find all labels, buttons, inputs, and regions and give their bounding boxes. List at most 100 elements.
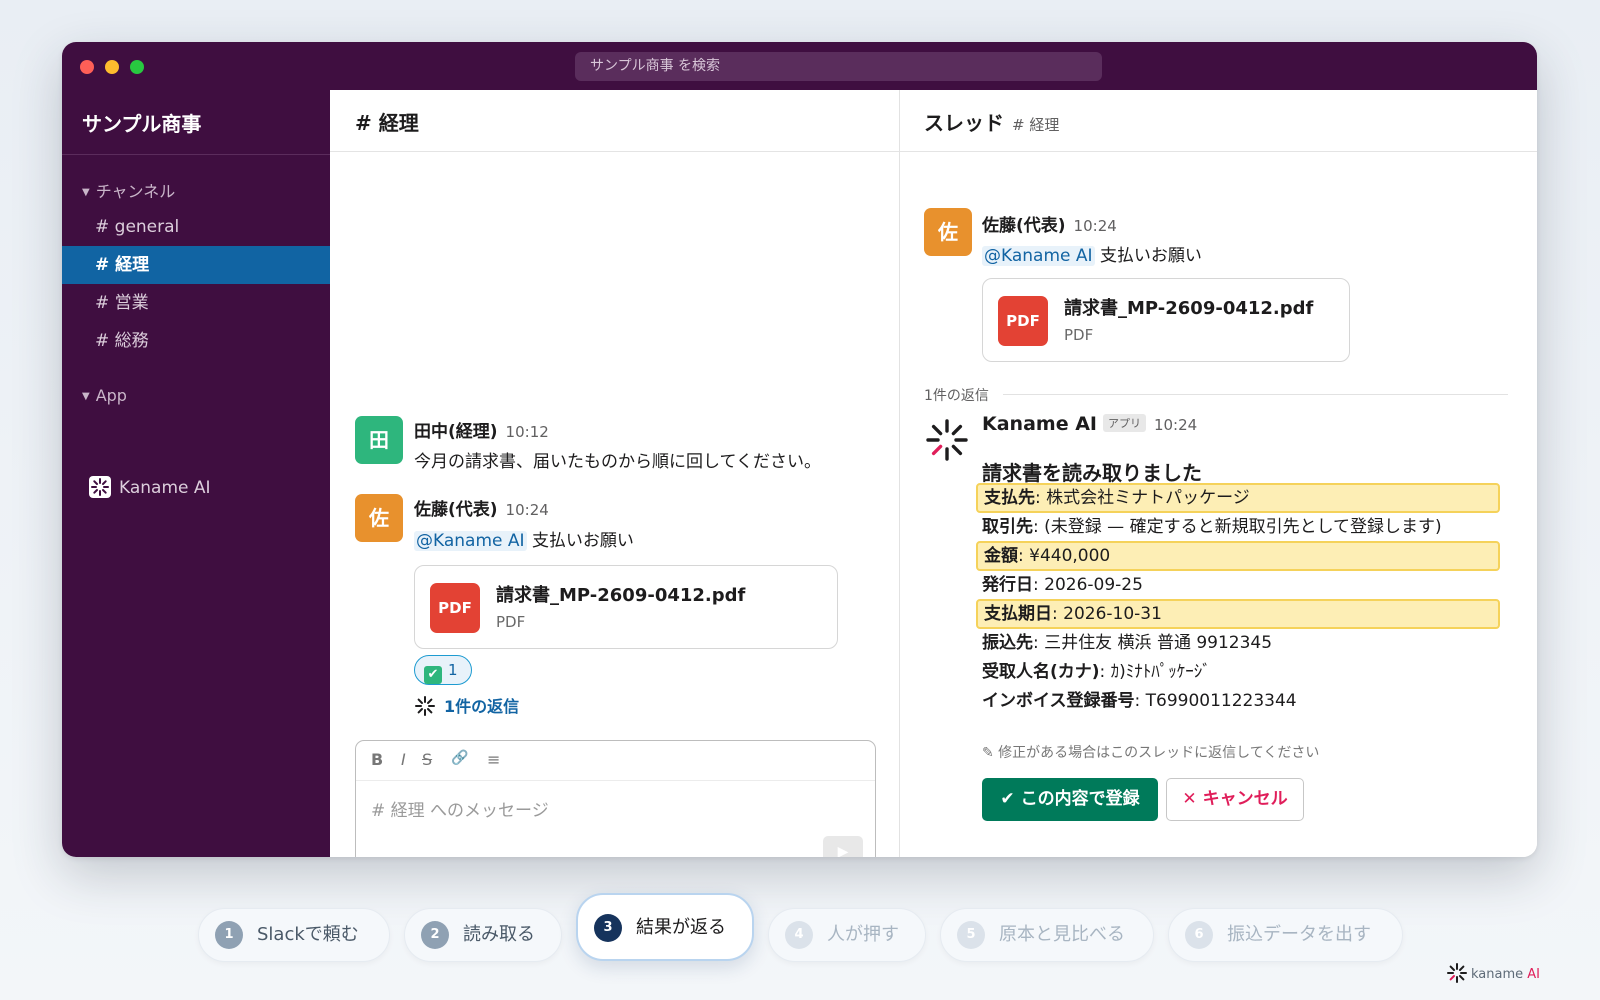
field-value: : (未登録 — 確定すると新規取引先として登録します) (1033, 517, 1442, 537)
caret-down-icon: ▼ (82, 391, 90, 402)
sidebar-item-kaname-ai[interactable]: Kaname AI (89, 475, 211, 501)
correction-note: ✎ 修正がある場合はこのスレッドに返信してください (982, 745, 1320, 761)
thread-replies-link[interactable]: 1件の返信 (414, 693, 519, 717)
field-value: : 株式会社ミナトパッケージ (1035, 488, 1250, 508)
channels-section-header[interactable]: ▼ チャンネル (82, 178, 175, 202)
reaction-button[interactable]: ✔ 1 (414, 655, 472, 685)
avatar[interactable]: 田 (355, 416, 403, 464)
field-vendor: 取引先: (未登録 — 確定すると新規取引先として登録します) (976, 512, 1500, 542)
step-1[interactable]: 1 Slackで頼む (198, 908, 390, 962)
field-issue-date: 発行日: 2026-09-25 (976, 570, 1500, 600)
title-bar: サンプル商事 を検索 (62, 42, 1537, 90)
minimize-window-button[interactable] (105, 60, 119, 74)
brand-suffix: AI (1527, 967, 1541, 982)
step-3[interactable]: 3 結果が返る (576, 893, 754, 961)
channel-title[interactable]: # 経理 (355, 107, 419, 136)
formatting-toolbar: B I S 🔗 ≡ (356, 741, 875, 781)
step-5[interactable]: 5 原本と見比べる (940, 908, 1154, 962)
message-body: 支払いお願い (531, 531, 634, 551)
message-time[interactable]: 10:24 (1074, 217, 1117, 235)
bot-message-title: 請求書を読み取りました (982, 461, 1202, 485)
reaction-count: 1 (448, 661, 458, 679)
mention-link[interactable]: @Kaname AI (982, 246, 1095, 266)
workspace-name[interactable]: サンプル商事 (82, 108, 201, 137)
sidebar-divider (62, 154, 330, 155)
field-label: 発行日 (982, 575, 1033, 595)
channel-pane: # 経理 田 田中(経理) 10:12 今月の請求書、届いたものから順に回してくだ… (330, 90, 900, 857)
file-attachment[interactable]: PDF 請求書_MP-2609-0412.pdf PDF (414, 565, 838, 649)
bot-author[interactable]: Kaname AI アプリ 10:24 (982, 413, 1197, 435)
step-number: 1 (215, 921, 243, 949)
step-label: Slackで頼む (257, 924, 359, 945)
field-payee-kana: 受取人名(カナ): ｶ)ﾐﾅﾄﾊﾟｯｹｰｼﾞ (976, 657, 1500, 687)
message-time[interactable]: 10:12 (506, 423, 549, 441)
sidebar-item-keiri[interactable]: # 経理 (62, 246, 330, 284)
file-name: 請求書_MP-2609-0412.pdf (496, 585, 746, 606)
step-6[interactable]: 6 振込データを出す (1168, 908, 1403, 962)
step-number: 2 (421, 921, 449, 949)
italic-button[interactable]: I (401, 750, 406, 769)
step-number: 5 (957, 921, 985, 949)
confirm-register-button[interactable]: ✔ この内容で登録 (982, 778, 1158, 821)
reply-count-label: 1件の返信 (444, 697, 520, 716)
author-name: 佐藤(代表) (982, 216, 1066, 236)
link-icon[interactable]: 🔗 (451, 750, 468, 766)
mention-link[interactable]: @Kaname AI (414, 531, 527, 551)
message-author[interactable]: 田中(経理) 10:12 (414, 417, 549, 442)
channel-header: # 経理 (330, 90, 899, 152)
field-label: 金額 (984, 546, 1018, 566)
apps-section-header[interactable]: ▼ App (82, 386, 127, 405)
replies-divider (1003, 394, 1508, 395)
file-name: 請求書_MP-2609-0412.pdf (1064, 298, 1314, 319)
thread-title: スレッド # 経理 (924, 107, 1059, 136)
field-label: インボイス登録番号 (982, 691, 1135, 711)
channels-header-label: チャンネル (95, 182, 176, 201)
step-label: 原本と見比べる (999, 924, 1125, 945)
author-name: 佐藤(代表) (414, 500, 498, 520)
kaname-ai-avatar-icon[interactable] (924, 417, 970, 463)
close-window-button[interactable] (80, 60, 94, 74)
kaname-ai-avatar-icon (415, 696, 435, 716)
field-label: 支払期日 (984, 604, 1052, 624)
step-4[interactable]: 4 人が押す (768, 908, 926, 962)
message-text: @Kaname AI 支払いお願い (982, 241, 1202, 266)
thread-header: スレッド # 経理 (900, 90, 1537, 152)
maximize-window-button[interactable] (130, 60, 144, 74)
sidebar-item-eigyo[interactable]: # 営業 (62, 284, 330, 322)
message-time[interactable]: 10:24 (1154, 416, 1197, 434)
sidebar-item-somu[interactable]: # 総務 (62, 322, 330, 360)
strikethrough-button[interactable]: S (422, 750, 432, 769)
step-label: 振込データを出す (1227, 924, 1371, 945)
message-text: @Kaname AI 支払いお願い (414, 526, 634, 551)
field-value: : ¥440,000 (1018, 546, 1111, 566)
apps-header-label: App (95, 386, 127, 405)
message-time[interactable]: 10:24 (506, 501, 549, 519)
message-author[interactable]: 佐藤(代表) 10:24 (414, 495, 549, 520)
field-value: : 2026-09-25 (1033, 575, 1143, 595)
kaname-ai-logo-icon (89, 476, 111, 498)
message-input[interactable]: # 経理 へのメッセージ (371, 796, 549, 821)
field-value: : 2026-10-31 (1052, 604, 1162, 624)
field-value: : 三井住友 横浜 普通 9912345 (1033, 633, 1273, 653)
message-author[interactable]: 佐藤(代表) 10:24 (982, 211, 1117, 236)
field-label: 支払先 (984, 488, 1035, 508)
cancel-button[interactable]: ✕ キャンセル (1166, 778, 1304, 821)
step-number: 3 (594, 914, 622, 942)
search-input[interactable]: サンプル商事 を検索 (575, 52, 1102, 81)
list-icon[interactable]: ≡ (487, 750, 500, 769)
caret-down-icon: ▼ (82, 187, 90, 198)
bold-button[interactable]: B (371, 750, 383, 769)
file-attachment[interactable]: PDF 請求書_MP-2609-0412.pdf PDF (982, 278, 1350, 362)
message-composer[interactable]: B I S 🔗 ≡ # 経理 へのメッセージ ▶ (355, 740, 876, 857)
thread-title-label: スレッド (924, 111, 1004, 135)
step-2[interactable]: 2 読み取る (404, 908, 562, 962)
avatar[interactable]: 佐 (355, 494, 403, 542)
thread-channel-link[interactable]: # 経理 (1012, 116, 1059, 134)
app-label: Kaname AI (119, 478, 211, 498)
avatar[interactable]: 佐 (924, 208, 972, 256)
pdf-file-icon: PDF (430, 583, 480, 633)
message-body: 支払いお願い (1099, 246, 1202, 266)
message-text: 今月の請求書、届いたものから順に回してください。 (414, 452, 821, 472)
send-button[interactable]: ▶ (823, 836, 863, 857)
sidebar-item-general[interactable]: # general (62, 208, 330, 246)
